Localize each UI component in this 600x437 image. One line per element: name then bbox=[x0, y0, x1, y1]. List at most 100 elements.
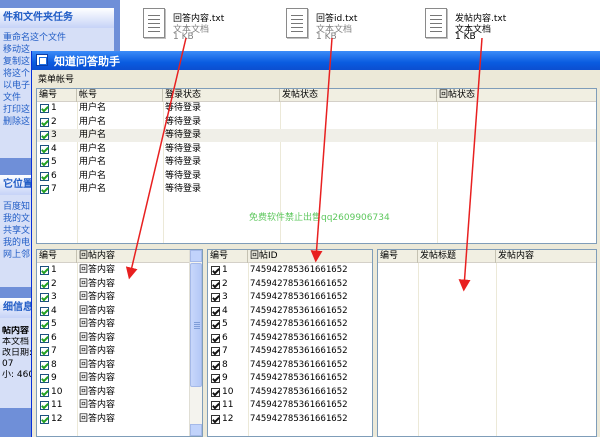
file-reply-content[interactable]: 回答内容.txt 文本文档 1 KB bbox=[143, 8, 263, 44]
table-row[interactable]: 7 用户名 等待登录 bbox=[37, 183, 596, 196]
table-row[interactable]: 6 用户名 等待登录 bbox=[37, 170, 596, 183]
watermark-text: 免费软件禁止出售qq2609906734 bbox=[249, 213, 390, 223]
scroll-up-button[interactable] bbox=[190, 250, 202, 262]
rename-task-link[interactable]: 重命名这个文件 bbox=[0, 32, 114, 44]
table-row[interactable]: 2 回答内容 bbox=[37, 278, 189, 291]
table-row[interactable]: 4 用户名 等待登录 bbox=[37, 143, 596, 156]
row-checkbox[interactable] bbox=[211, 266, 220, 275]
row-checkbox[interactable] bbox=[40, 185, 49, 194]
row-checkbox[interactable] bbox=[40, 117, 49, 127]
table-row[interactable]: 2 745942785361661652 bbox=[208, 278, 372, 291]
table-row[interactable]: 6 回答内容 bbox=[37, 332, 189, 345]
row-checkbox[interactable] bbox=[211, 414, 220, 424]
login-status: 等待登录 bbox=[165, 157, 202, 167]
table-row[interactable]: 7 回答内容 bbox=[37, 345, 189, 358]
row-checkbox[interactable] bbox=[40, 414, 49, 424]
table-row[interactable]: 2 用户名 等待登录 bbox=[37, 116, 596, 129]
reply-grid-scrollbar[interactable] bbox=[189, 250, 202, 436]
row-checkbox[interactable] bbox=[40, 360, 49, 370]
row-checkbox[interactable] bbox=[40, 374, 49, 383]
table-row[interactable]: 3 用户名 等待登录 bbox=[37, 129, 596, 142]
table-row[interactable]: 11 745942785361661652 bbox=[208, 399, 372, 412]
table-row[interactable]: 7 745942785361661652 bbox=[208, 345, 372, 358]
table-row[interactable]: 12 回答内容 bbox=[37, 413, 189, 426]
row-checkbox[interactable] bbox=[40, 293, 49, 302]
col-id[interactable]: 编号 bbox=[208, 250, 248, 263]
table-row[interactable]: 5 745942785361661652 bbox=[208, 318, 372, 331]
col-id[interactable]: 编号 bbox=[37, 89, 77, 102]
table-row[interactable]: 8 745942785361661652 bbox=[208, 359, 372, 372]
col-login-status[interactable]: 登录状态 bbox=[163, 89, 280, 102]
table-row[interactable]: 5 回答内容 bbox=[37, 318, 189, 331]
row-checkbox[interactable] bbox=[40, 320, 49, 329]
row-checkbox[interactable] bbox=[211, 347, 220, 356]
row-checkbox[interactable] bbox=[40, 104, 49, 113]
row-checkbox[interactable] bbox=[211, 387, 220, 397]
file-size: 1 KB bbox=[173, 32, 194, 42]
table-row[interactable]: 3 回答内容 bbox=[37, 291, 189, 304]
table-row[interactable]: 1 745942785361661652 bbox=[208, 264, 372, 277]
title-bar[interactable]: 知道问答助手 bbox=[32, 51, 600, 70]
reply-id-grid[interactable]: 编号 回帖ID 1 745942785361661652 2 745942785361… bbox=[207, 249, 373, 437]
scroll-down-button[interactable] bbox=[190, 424, 202, 436]
col-post-title[interactable]: 发帖标题 bbox=[418, 250, 496, 263]
row-checkbox[interactable] bbox=[40, 401, 49, 410]
row-checkbox[interactable] bbox=[40, 279, 49, 289]
row-checkbox[interactable] bbox=[211, 360, 220, 370]
col-reply-content[interactable]: 回帖内容 bbox=[77, 250, 191, 263]
text-file-icon bbox=[143, 8, 165, 38]
row-checkbox[interactable] bbox=[40, 266, 49, 275]
row-checkbox[interactable] bbox=[211, 279, 220, 289]
table-row[interactable]: 4 745942785361661652 bbox=[208, 305, 372, 318]
row-checkbox[interactable] bbox=[40, 306, 49, 316]
row-checkbox[interactable] bbox=[40, 347, 49, 356]
row-checkbox[interactable] bbox=[211, 374, 220, 383]
table-row[interactable]: 3 745942785361661652 bbox=[208, 291, 372, 304]
reply-content: 回答内容 bbox=[79, 292, 116, 302]
table-row[interactable]: 10 回答内容 bbox=[37, 386, 189, 399]
table-row[interactable]: 1 用户名 等待登录 bbox=[37, 102, 596, 115]
reply-content-grid[interactable]: 编号 回帖内容 1 回答内容 2 回答内容 3 回答内容 4 回答内容 5 回答内容 6 回答内容 7 回… bbox=[36, 249, 203, 437]
row-checkbox[interactable] bbox=[40, 158, 49, 167]
reply-content: 回答内容 bbox=[79, 373, 116, 383]
row-number: 10 bbox=[222, 386, 234, 397]
col-reply-id[interactable]: 回帖ID bbox=[248, 250, 372, 263]
reply-content: 回答内容 bbox=[79, 319, 116, 329]
col-id[interactable]: 编号 bbox=[378, 250, 418, 263]
row-checkbox[interactable] bbox=[211, 333, 220, 343]
table-row[interactable]: 4 回答内容 bbox=[37, 305, 189, 318]
row-checkbox[interactable] bbox=[211, 293, 220, 302]
table-row[interactable]: 9 745942785361661652 bbox=[208, 372, 372, 385]
file-reply-id[interactable]: 回答id.txt 文本文档 1 KB bbox=[286, 8, 406, 44]
col-account[interactable]: 帐号 bbox=[77, 89, 163, 102]
col-reply-status[interactable]: 回帖状态 bbox=[437, 89, 596, 102]
row-checkbox[interactable] bbox=[40, 387, 49, 397]
table-row[interactable]: 5 用户名 等待登录 bbox=[37, 156, 596, 169]
table-row[interactable]: 6 745942785361661652 bbox=[208, 332, 372, 345]
app-icon bbox=[36, 54, 48, 66]
table-row[interactable]: 12 745942785361661652 bbox=[208, 413, 372, 426]
file-tasks-header[interactable]: 件和文件夹任务 bbox=[0, 8, 114, 28]
row-checkbox[interactable] bbox=[40, 171, 49, 181]
row-number: 6 bbox=[222, 332, 228, 343]
reply-id-value: 745942785361661652 bbox=[250, 359, 348, 370]
col-id[interactable]: 编号 bbox=[37, 250, 77, 263]
row-checkbox[interactable] bbox=[211, 401, 220, 410]
row-checkbox[interactable] bbox=[211, 306, 220, 316]
row-checkbox[interactable] bbox=[40, 144, 49, 154]
table-row[interactable]: 11 回答内容 bbox=[37, 399, 189, 412]
row-checkbox[interactable] bbox=[40, 131, 49, 140]
table-row[interactable]: 1 回答内容 bbox=[37, 264, 189, 277]
file-post-content[interactable]: 发帖内容.txt 文本文档 1 KB bbox=[425, 8, 545, 44]
scroll-thumb[interactable] bbox=[190, 263, 202, 387]
row-checkbox[interactable] bbox=[40, 333, 49, 343]
col-post-content[interactable]: 发帖内容 bbox=[496, 250, 596, 263]
menu-account[interactable]: 菜单帐号 bbox=[38, 72, 74, 85]
table-row[interactable]: 9 回答内容 bbox=[37, 372, 189, 385]
row-checkbox[interactable] bbox=[211, 320, 220, 329]
table-row[interactable]: 8 回答内容 bbox=[37, 359, 189, 372]
post-grid[interactable]: 编号 发帖标题 发帖内容 bbox=[377, 249, 597, 437]
row-number: 7 bbox=[222, 346, 228, 356]
col-post-status[interactable]: 发帖状态 bbox=[280, 89, 437, 102]
table-row[interactable]: 10 745942785361661652 bbox=[208, 386, 372, 399]
